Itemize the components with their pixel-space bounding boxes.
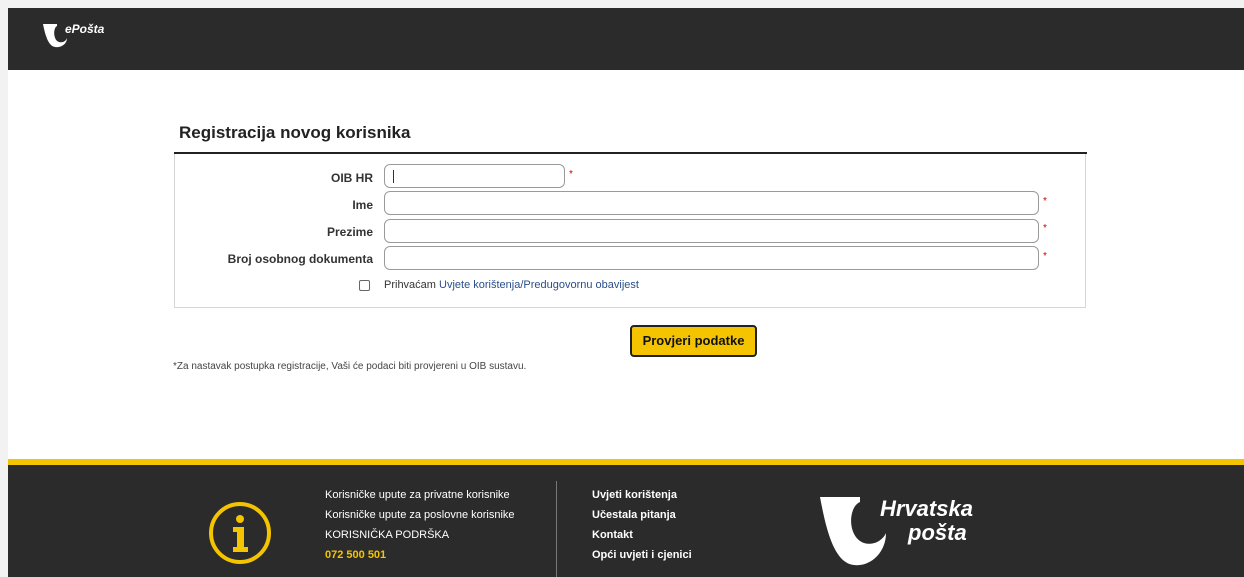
registration-note: *Za nastavak postupka registracije, Vaši… [173,361,527,372]
text-caret [393,170,394,183]
document-number-input[interactable] [384,246,1039,270]
oib-input[interactable] [384,164,565,188]
prezime-input[interactable] [384,219,1039,243]
hrvatska-posta-logo: Hrvatska pošta [820,491,1010,571]
ime-required-mark: * [1043,196,1047,207]
footer-link-faq[interactable]: Učestala pitanja [592,505,692,525]
footer-link-private-guide[interactable]: Korisničke upute za privatne korisnike [325,485,515,505]
footer-link-general-terms[interactable]: Opći uvjeti i cjenici [592,545,692,565]
oib-required-mark: * [569,169,573,180]
ime-label: Ime [352,198,373,212]
logo-text: ePošta [65,22,105,36]
footer: Korisničke upute za privatne korisnike K… [8,465,1244,577]
footer-support-links: Korisničke upute za privatne korisnike K… [325,485,515,565]
document-number-required-mark: * [1043,251,1047,262]
info-icon [209,502,271,564]
footer-info-links: Uvjeti korištenja Učestala pitanja Konta… [592,485,692,565]
oib-label: OIB HR [331,171,373,185]
brand-line-1: Hrvatska [880,496,973,521]
page: ePošta Registracija novog korisnika OIB … [8,8,1244,577]
prezime-label: Prezime [326,225,373,239]
ime-input[interactable] [384,191,1039,215]
footer-link-contact[interactable]: Kontakt [592,525,692,545]
accept-terms-checkbox[interactable] [359,280,370,291]
eposta-logo[interactable]: ePošta [43,20,133,50]
top-bar: ePošta [8,8,1244,70]
brand-line-2: pošta [908,520,967,545]
footer-support-heading: KORISNIČKA PODRŠKA [325,529,450,541]
prezime-required-mark: * [1043,223,1047,234]
verify-data-button[interactable]: Provjeri podatke [630,325,757,357]
footer-link-terms[interactable]: Uvjeti korištenja [592,485,692,505]
accept-terms-text: Prihvaćam Uvjete korištenja/Predugovornu… [384,279,639,291]
support-phone[interactable]: 072 500 501 [325,545,515,565]
accept-label: Prihvaćam [384,279,436,291]
page-title: Registracija novog korisnika [179,123,411,142]
document-number-label: Broj osobnog dokumenta [227,252,373,266]
terms-link[interactable]: Uvjete korištenja/Predugovornu obavijest [439,279,639,291]
footer-divider [556,481,557,577]
footer-link-business-guide[interactable]: Korisničke upute za poslovne korisnike [325,505,515,525]
